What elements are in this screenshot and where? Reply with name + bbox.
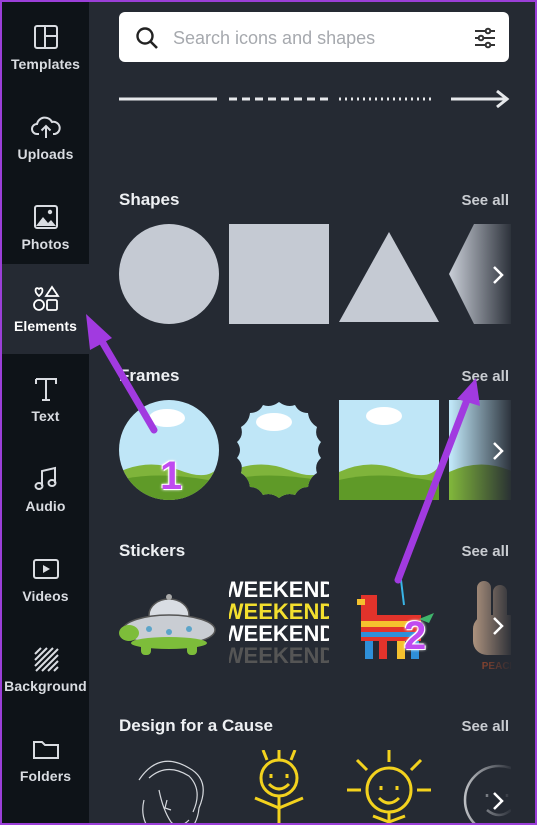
- editor-frame: Templates Uploads Photos Elements Text A…: [2, 2, 535, 823]
- nav-label: Uploads: [17, 146, 74, 162]
- filter-sliders-icon[interactable]: [473, 26, 497, 50]
- see-all-frames[interactable]: See all: [461, 368, 509, 385]
- nav-audio[interactable]: Audio: [2, 444, 89, 534]
- nav-label: Templates: [10, 56, 81, 72]
- section-title-frames: Frames: [119, 366, 180, 385]
- chevron-right-icon[interactable]: [487, 609, 509, 643]
- nav-folders[interactable]: Folders: [2, 714, 89, 804]
- nav-uploads[interactable]: Uploads: [2, 92, 89, 182]
- search-bar: [119, 12, 509, 62]
- sun-face-sticker[interactable]: [339, 750, 439, 823]
- nav-label: Audio: [25, 498, 66, 514]
- square-shape[interactable]: [229, 224, 329, 324]
- section-title-cause: Design for a Cause: [119, 716, 273, 735]
- section-title-shapes: Shapes: [119, 190, 180, 209]
- nav-background[interactable]: Background: [2, 624, 89, 714]
- arrow-line[interactable]: [451, 89, 510, 109]
- see-all-shapes[interactable]: See all: [461, 192, 509, 209]
- line-styles-row: [119, 89, 510, 109]
- svg-text:PEACE: PEACE: [482, 661, 511, 672]
- see-all-cause[interactable]: See all: [461, 718, 509, 735]
- chevron-right-icon[interactable]: [487, 434, 509, 468]
- search-input[interactable]: [171, 20, 465, 56]
- upload-cloud-icon: [30, 112, 61, 142]
- stick-figure-sticker[interactable]: [229, 750, 329, 823]
- svg-text:WEEKEND: WEEKEND: [229, 643, 329, 668]
- photo-icon: [31, 202, 61, 232]
- annotation-marker-1: 1: [160, 454, 183, 498]
- video-icon: [31, 554, 61, 584]
- nav-label: Photos: [21, 236, 70, 252]
- nav-templates[interactable]: Templates: [2, 2, 89, 92]
- side-navigation: Templates Uploads Photos Elements Text A…: [2, 2, 89, 823]
- text-icon: [31, 374, 61, 404]
- search-icon: [136, 27, 158, 49]
- background-pattern-icon: [31, 644, 61, 674]
- templates-icon: [31, 22, 61, 52]
- sketch-portrait-sticker[interactable]: [119, 750, 219, 823]
- scalloped-frame[interactable]: [229, 400, 329, 500]
- nav-label: Folders: [19, 768, 72, 784]
- nav-label: Text: [31, 408, 60, 424]
- section-title-stickers: Stickers: [119, 541, 186, 560]
- cause-row: [119, 750, 511, 823]
- nav-label: Elements: [13, 318, 78, 334]
- nav-label: Videos: [22, 588, 69, 604]
- square-frame[interactable]: [339, 400, 439, 500]
- see-all-stickers[interactable]: See all: [461, 543, 509, 560]
- triangle-shape[interactable]: [339, 224, 439, 324]
- annotation-marker-2: 2: [404, 614, 427, 658]
- chevron-right-icon[interactable]: [487, 784, 509, 818]
- shapes-row: [119, 224, 511, 328]
- nav-text[interactable]: Text: [2, 354, 89, 444]
- elements-icon: [31, 284, 61, 314]
- folder-icon: [31, 734, 61, 764]
- stickers-row: WEEKEND WEEKEND WEEKEND WEEKEND PEACE: [119, 575, 511, 679]
- turtle-ufo-sticker[interactable]: [119, 575, 219, 675]
- nav-photos[interactable]: Photos: [2, 182, 89, 272]
- music-note-icon: [31, 464, 61, 494]
- pinata-sticker[interactable]: [349, 575, 449, 675]
- chevron-right-icon[interactable]: [487, 258, 509, 292]
- nav-label: Background: [4, 678, 87, 694]
- circle-shape[interactable]: [119, 224, 219, 324]
- nav-videos[interactable]: Videos: [2, 534, 89, 624]
- weekend-text-sticker[interactable]: WEEKEND WEEKEND WEEKEND WEEKEND: [229, 575, 329, 675]
- nav-elements[interactable]: Elements: [2, 264, 89, 354]
